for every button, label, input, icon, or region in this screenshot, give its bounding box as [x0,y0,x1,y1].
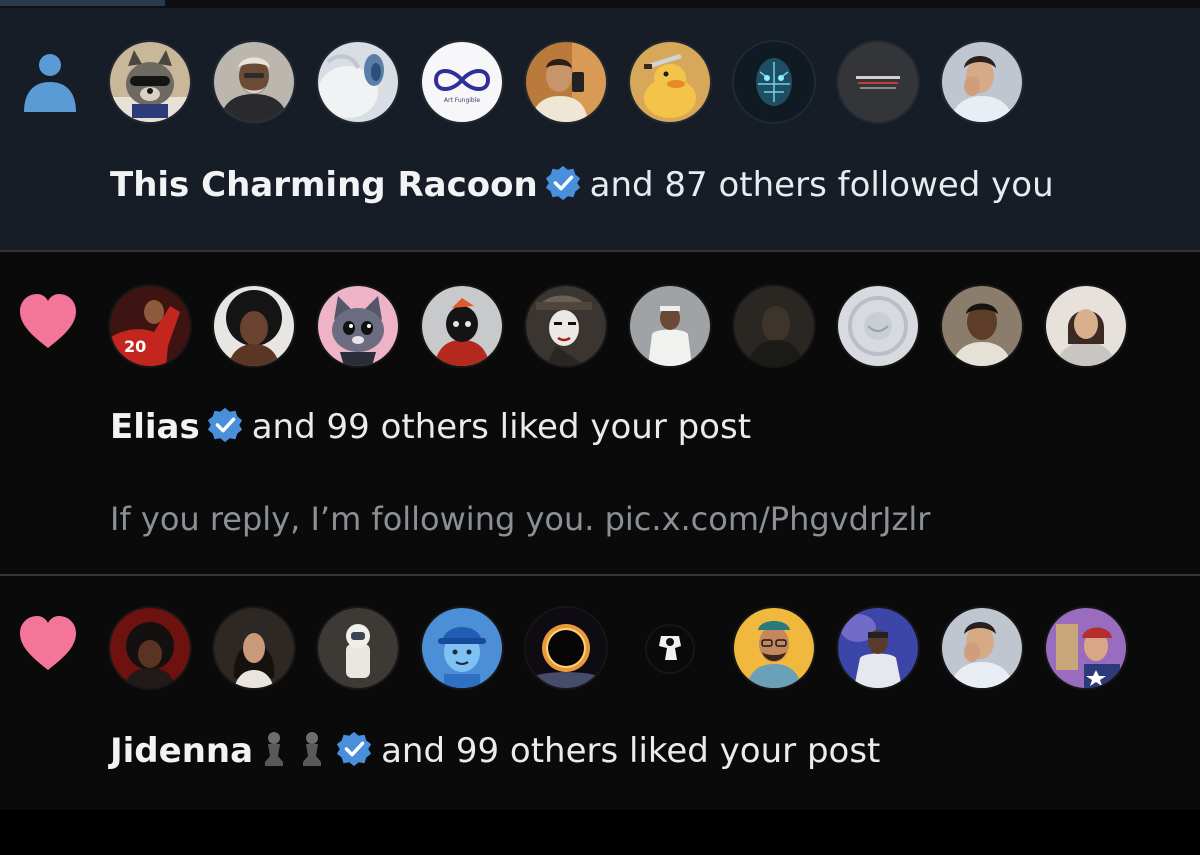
avatar[interactable] [942,608,1022,688]
notification-headline: This Charming Racoon and 87 others follo… [110,164,1054,205]
actor-name-link[interactable]: Jidenna [110,731,253,771]
notification-headline: Elias and 99 others liked your post [110,406,751,447]
notification-text: and 87 others followed you [589,165,1054,205]
notification-headline: Jidenna and 99 others liked your post [110,730,880,771]
notification-like[interactable]: Jidenna and 99 others liked your post [0,576,1200,810]
post-preview-text[interactable]: If you reply, I’m following you. pic.x.c… [110,500,930,538]
avatar[interactable] [214,286,294,366]
avatar[interactable] [110,608,190,688]
avatar[interactable] [318,42,398,122]
avatar[interactable] [422,286,502,366]
pawn-icon [265,732,284,766]
avatar[interactable] [214,608,294,688]
heart-icon [20,616,76,670]
avatar[interactable] [838,42,918,122]
avatar[interactable] [630,42,710,122]
verified-badge-icon [336,731,372,767]
avatar[interactable] [1046,608,1126,688]
avatar[interactable] [526,286,606,366]
notification-text: and 99 others liked your post [251,407,752,447]
pawn-icon [303,732,322,766]
actor-name-link[interactable]: This Charming Racoon [110,165,538,205]
follower-avatars: Art Fungible [110,42,1150,126]
avatar[interactable] [647,626,693,672]
verified-badge-icon [545,165,580,201]
avatar[interactable] [838,608,918,688]
avatar[interactable] [526,42,606,122]
avatar[interactable] [942,286,1022,366]
notification-text: and 99 others liked your post [381,731,881,771]
avatar[interactable] [318,608,398,688]
avatar[interactable] [1046,286,1126,366]
avatar[interactable]: 20 [110,286,190,366]
heart-icon [20,294,76,348]
avatar[interactable] [734,608,814,688]
active-tab-indicator [0,0,165,6]
avatar[interactable] [214,42,294,122]
avatar[interactable] [526,608,606,688]
notification-follow[interactable]: Art Fungible This Charming Racoon and 87… [0,8,1200,250]
svg-text:Art Fungible: Art Fungible [444,97,481,104]
avatar[interactable]: Art Fungible [422,42,502,122]
avatar[interactable] [422,608,502,688]
liker-avatars: 20 [110,286,1150,370]
svg-text:20: 20 [124,337,146,356]
notification-like[interactable]: 20 Elias and 99 others liked your post I… [0,252,1200,574]
top-tab-strip [0,0,1200,8]
verified-badge-icon [207,407,242,443]
avatar[interactable] [942,42,1022,122]
bottom-bar [0,810,1200,855]
liker-avatars [110,608,1150,692]
avatar[interactable] [318,286,398,366]
avatar[interactable] [838,286,918,366]
avatar[interactable] [110,42,190,122]
notifications-screenshot: Art Fungible This Charming Racoon and 87… [0,0,1200,855]
avatar[interactable] [734,286,814,366]
avatar[interactable] [734,42,814,122]
person-icon [24,54,76,112]
avatar[interactable] [630,286,710,366]
actor-name-link[interactable]: Elias [110,407,200,447]
